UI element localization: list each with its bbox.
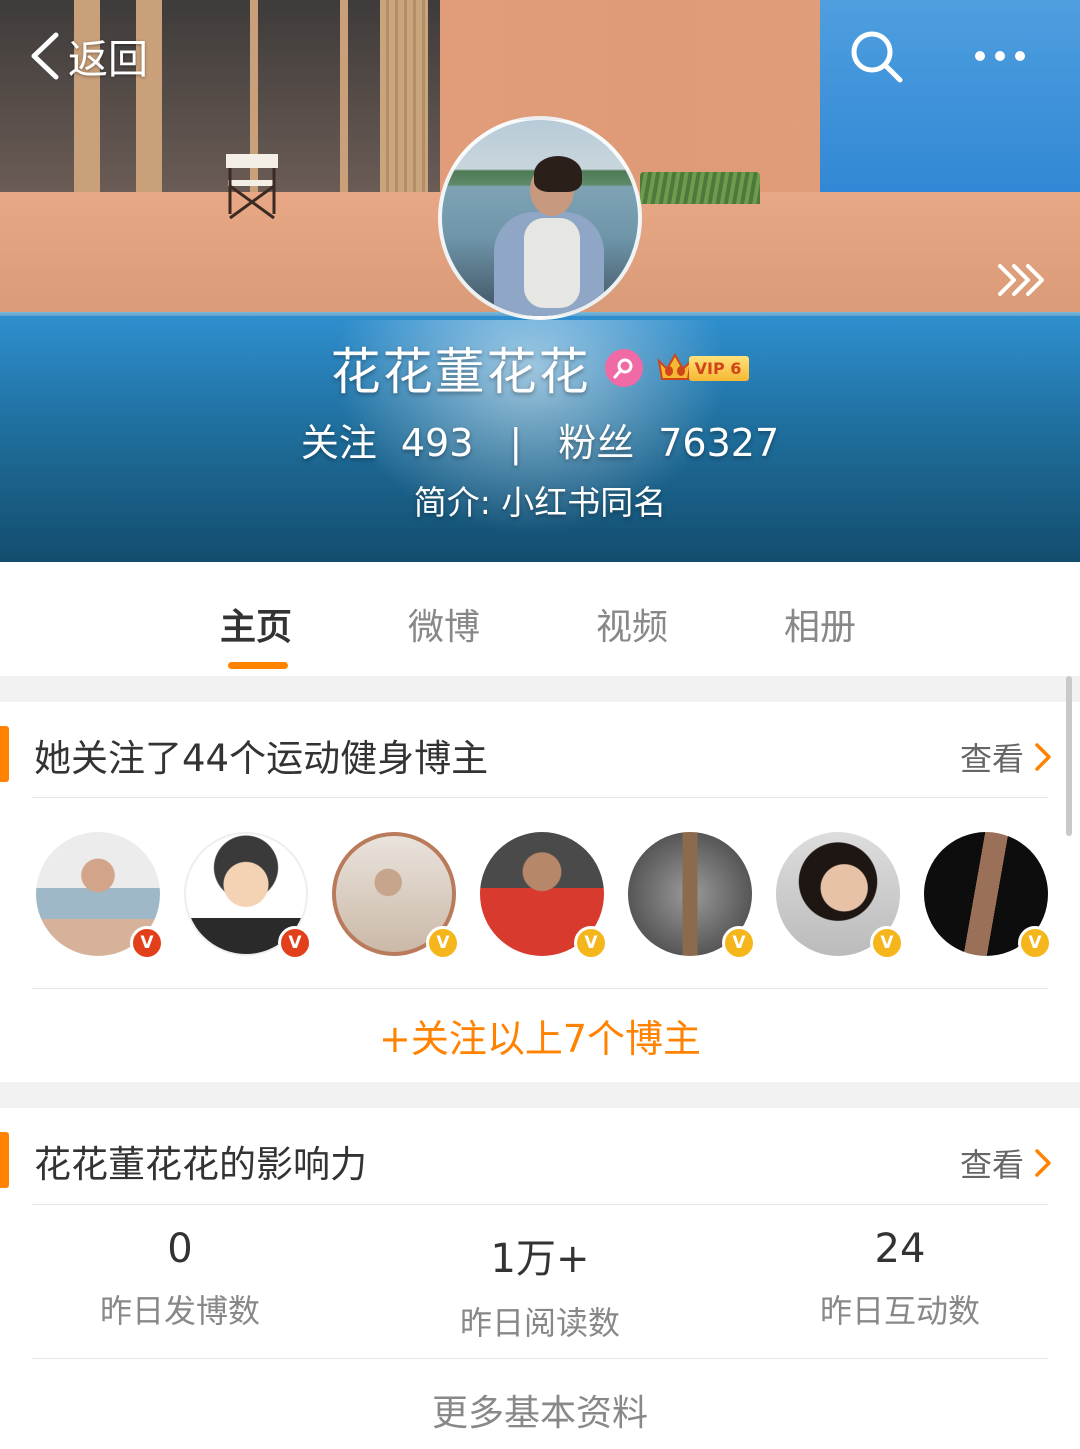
view-label: 查看 <box>959 740 1024 778</box>
tab-album[interactable]: 相册 <box>784 598 856 650</box>
stat-value: 0 <box>167 1226 193 1272</box>
verified-badge-icon: V <box>870 926 904 960</box>
divider <box>32 1204 1048 1205</box>
verified-badge-icon: V <box>722 926 756 960</box>
followed-bloggers-card: 她关注了44个运动健身博主 查看 V V V V V V V +关注以上7个博主 <box>0 702 1080 1082</box>
followers-label: 粉丝 <box>558 421 635 465</box>
view-button[interactable]: 查看 <box>960 734 1052 780</box>
view-button[interactable]: 查看 <box>960 1140 1052 1186</box>
stat-label: 昨日互动数 <box>819 1292 980 1330</box>
stat-label: 昨日发博数 <box>99 1292 260 1330</box>
tab-home[interactable]: 主页 <box>220 598 292 650</box>
blogger-avatar[interactable]: V <box>332 832 460 960</box>
profile-tabs: 主页 微博 视频 相册 <box>0 562 1080 676</box>
blogger-avatar[interactable]: V <box>924 832 1052 960</box>
stat-posts[interactable]: 0 昨日发博数 <box>0 1226 360 1332</box>
profile-name: 花花董花花 <box>330 343 591 401</box>
cover-plants <box>640 172 760 204</box>
followers-count: 76327 <box>658 421 780 465</box>
chevron-right-icon <box>1035 1149 1051 1177</box>
profile-avatar[interactable] <box>438 116 642 320</box>
stat-value: 1万+ <box>490 1236 590 1282</box>
profile-name-row: 花花董花花 VIP 6 <box>0 332 1080 404</box>
divider <box>32 1358 1048 1359</box>
blogger-avatar[interactable]: V <box>628 832 756 960</box>
blogger-avatars: V V V V V V V <box>36 832 1052 962</box>
verified-badge-icon: V <box>1018 926 1052 960</box>
chevrons-right-icon[interactable] <box>996 262 1050 298</box>
stat-value: 24 <box>874 1226 926 1272</box>
divider <box>32 797 1048 798</box>
follow-all-button[interactable]: +关注以上7个博主 <box>0 1008 1080 1063</box>
view-label: 查看 <box>959 1146 1024 1184</box>
more-icon[interactable] <box>968 36 1032 76</box>
vip-badge[interactable]: VIP 6 <box>655 351 750 385</box>
verified-badge-icon: V <box>278 926 312 960</box>
card-accent-bar <box>0 726 9 782</box>
female-icon <box>604 349 643 387</box>
vip-level: VIP 6 <box>688 355 750 381</box>
following-link[interactable]: 关注 493 <box>301 421 474 465</box>
tab-weibo[interactable]: 微博 <box>408 598 480 650</box>
card-title: 她关注了44个运动健身博主 <box>34 737 489 780</box>
scrollbar[interactable] <box>1066 676 1072 836</box>
back-label: 返回 <box>68 37 148 83</box>
card-accent-bar <box>0 1132 9 1188</box>
divider <box>32 988 1048 989</box>
blogger-avatar[interactable]: V <box>480 832 608 960</box>
following-count: 493 <box>400 421 474 465</box>
search-icon[interactable] <box>848 28 904 84</box>
blogger-avatar[interactable]: V <box>184 832 312 960</box>
profile-bio: 简介: 小红书同名 <box>413 483 667 522</box>
avatar-figure <box>524 218 580 308</box>
blogger-avatar[interactable]: V <box>36 832 164 960</box>
tab-video[interactable]: 视频 <box>596 598 668 650</box>
verified-badge-icon: V <box>574 926 608 960</box>
card-title: 花花董花花的影响力 <box>34 1143 367 1186</box>
followers-link[interactable]: 粉丝 76327 <box>558 421 779 465</box>
following-label: 关注 <box>300 421 377 465</box>
influence-card: 花花董花花的影响力 查看 0 昨日发博数 1万+ 昨日阅读数 24 昨日互动数 … <box>0 1108 1080 1449</box>
stat-label: 昨日阅读数 <box>459 1304 620 1342</box>
card-header: 她关注了44个运动健身博主 查看 <box>0 702 1080 798</box>
follow-stats: 关注 493 | 粉丝 76327 <box>0 412 1080 467</box>
active-tab-indicator <box>228 662 288 669</box>
chevron-right-icon <box>1035 743 1051 771</box>
stats-separator: | <box>509 421 523 465</box>
stat-interactions[interactable]: 24 昨日互动数 <box>720 1226 1080 1332</box>
chevron-left-icon <box>31 32 59 80</box>
stat-reads[interactable]: 1万+ 昨日阅读数 <box>360 1226 720 1344</box>
chair-icon <box>226 154 278 220</box>
blogger-avatar[interactable]: V <box>776 832 904 960</box>
avatar-figure <box>534 156 582 192</box>
card-header: 花花董花花的影响力 查看 <box>0 1108 1080 1204</box>
top-bar: 返回 <box>0 0 1080 110</box>
back-button[interactable]: 返回 <box>28 26 148 86</box>
verified-badge-icon: V <box>130 926 164 960</box>
verified-badge-icon: V <box>426 926 460 960</box>
more-info-button[interactable]: 更多基本资料 <box>0 1384 1080 1436</box>
